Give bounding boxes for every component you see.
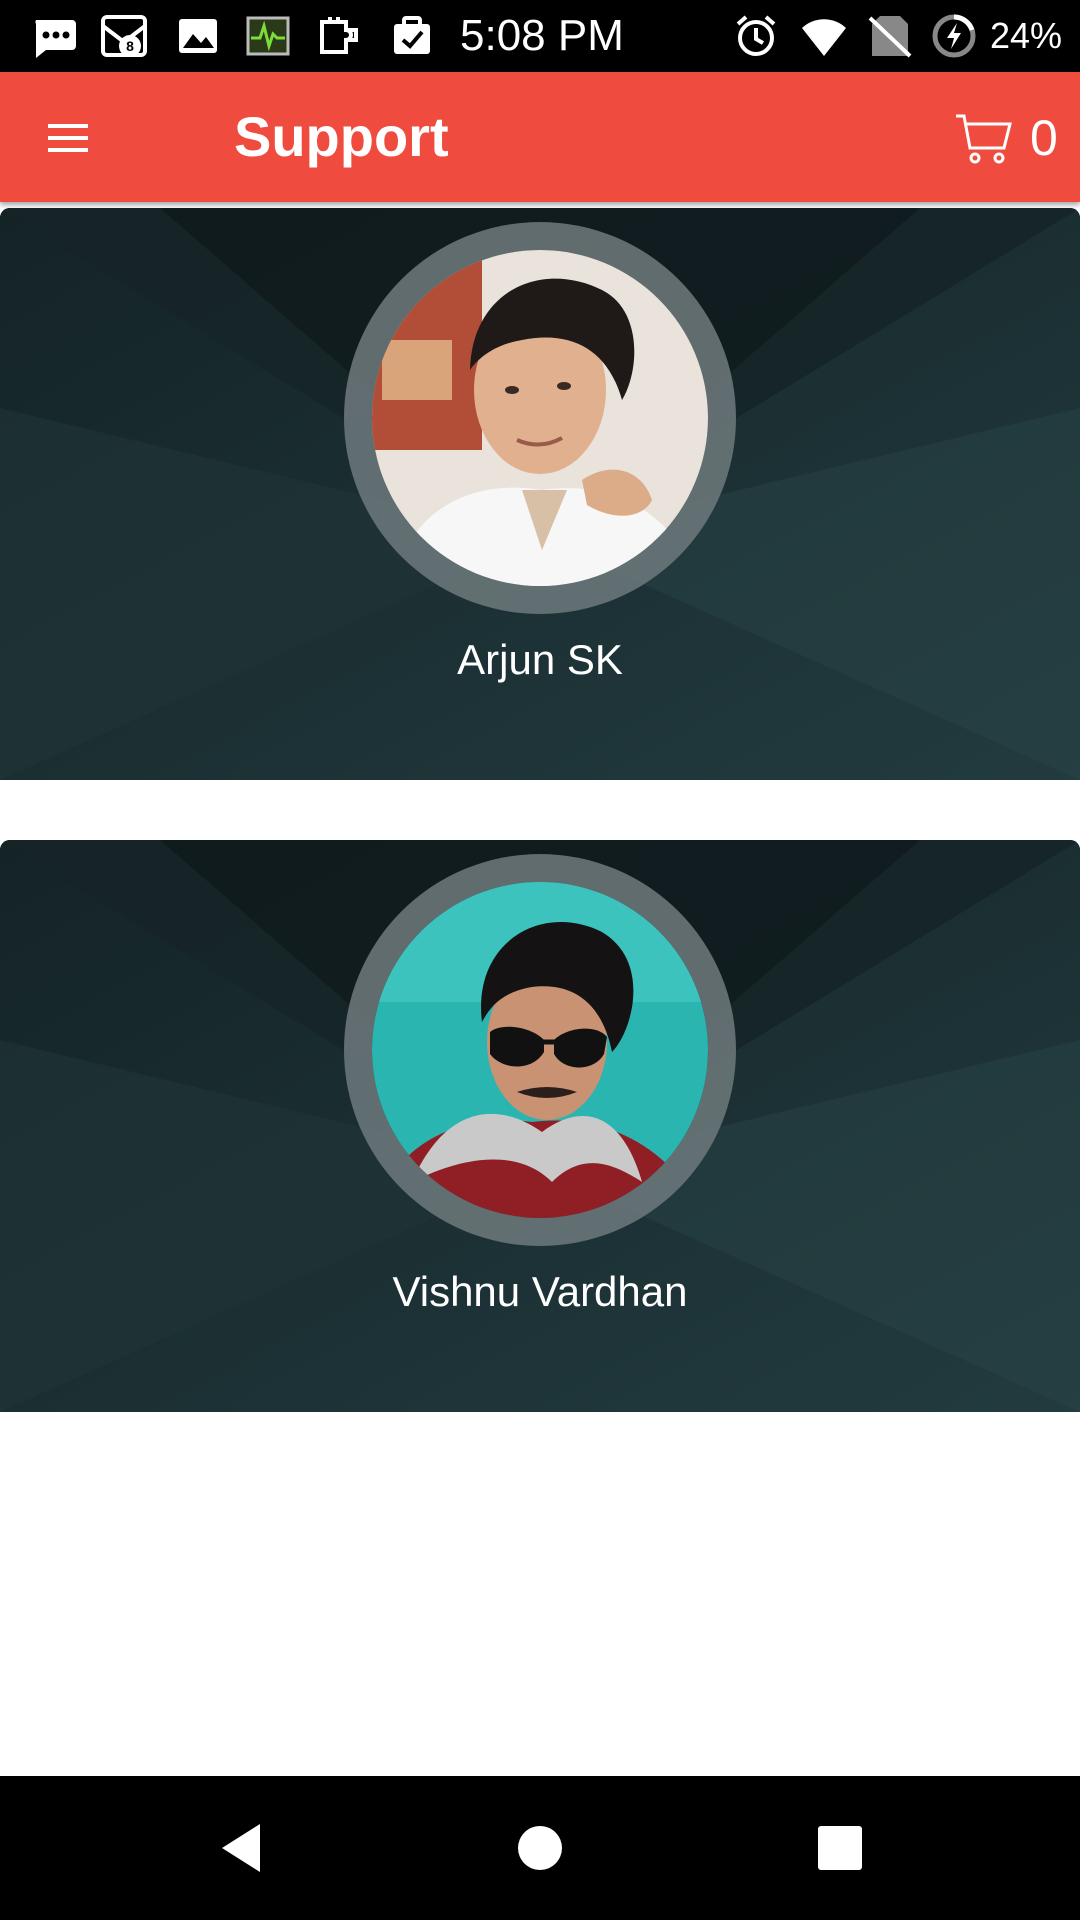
cart-icon[interactable] xyxy=(952,106,1016,170)
home-icon[interactable] xyxy=(508,1816,572,1880)
plugin-icon xyxy=(320,17,358,54)
status-time: 5:08 PM xyxy=(460,11,624,60)
menu-icon[interactable] xyxy=(36,106,100,170)
support-contact-card[interactable]: Arjun SK xyxy=(0,208,1080,780)
task-icon xyxy=(394,16,430,54)
avatar-photo-man-white-shirt xyxy=(372,250,708,586)
gallery-icon xyxy=(179,19,217,53)
notification-8-icon: 8 xyxy=(101,15,147,57)
notification-badge: 8 xyxy=(126,38,134,54)
battery-charging-icon xyxy=(932,14,976,58)
support-contact-card[interactable]: Vishnu Vardhan xyxy=(0,840,1080,1412)
contact-name: Vishnu Vardhan xyxy=(392,1268,688,1315)
avatar-ring xyxy=(344,854,736,1246)
battery-percent: 24% xyxy=(990,15,1063,56)
messenger-icon xyxy=(35,20,76,58)
contact-name: Arjun SK xyxy=(457,636,623,683)
wifi-icon xyxy=(802,19,846,56)
avatar-ring xyxy=(344,222,736,614)
status-bar: 8 5:08 PM 24% xyxy=(0,0,1080,72)
support-screen: 8 5:08 PM 24% Support 0 Arjun SK Vishnu … xyxy=(0,0,1080,1920)
navigation-bar xyxy=(0,1776,1080,1920)
app-bar: Support 0 xyxy=(0,72,1080,202)
alarm-icon xyxy=(736,15,776,56)
avatar[interactable] xyxy=(372,882,708,1218)
page-title: Support xyxy=(234,105,449,168)
avatar[interactable] xyxy=(372,250,708,586)
cart-count[interactable]: 0 xyxy=(1030,106,1058,170)
recents-icon[interactable] xyxy=(808,1816,872,1880)
no-sim-icon xyxy=(868,16,912,58)
activity-monitor-icon xyxy=(246,16,290,56)
back-icon[interactable] xyxy=(210,1816,274,1880)
avatar-photo-man-sunglasses xyxy=(372,882,708,1218)
